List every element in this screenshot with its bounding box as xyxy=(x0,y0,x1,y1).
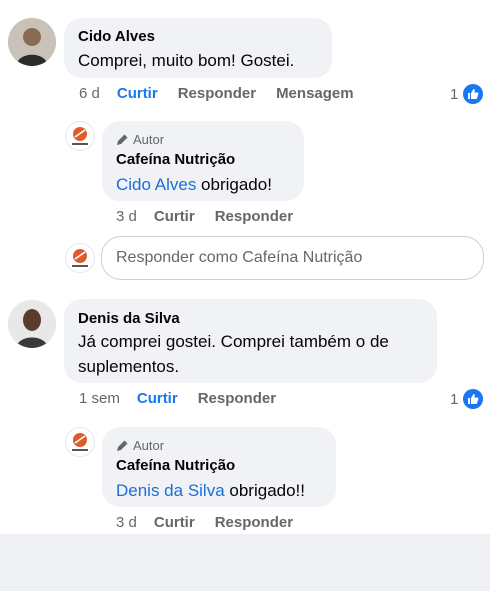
pencil-icon xyxy=(117,440,128,451)
comment-time[interactable]: 6 d xyxy=(79,85,100,102)
comment-bubble: Cido Alves Comprei, muito bom! Gostei. xyxy=(64,18,332,78)
reaction-count-text: 1 xyxy=(450,85,459,103)
mention-link[interactable]: Denis da Silva xyxy=(116,481,225,500)
author-badge: Autor xyxy=(116,438,164,453)
thumbs-up-icon xyxy=(463,389,484,409)
reply-button[interactable]: Responder xyxy=(178,85,256,102)
avatar[interactable] xyxy=(8,18,56,66)
like-button[interactable]: Curtir xyxy=(154,208,195,225)
person-avatar-image xyxy=(8,300,56,348)
bottom-bar xyxy=(0,534,490,591)
reply-input[interactable]: Responder como Cafeína Nutrição xyxy=(101,236,484,280)
thumbs-up-icon xyxy=(463,84,484,104)
brand-avatar xyxy=(65,243,95,273)
avatar[interactable] xyxy=(8,300,56,348)
reaction-count-text: 1 xyxy=(450,390,459,408)
comment-actions: 6 d Curtir Responder Mensagem xyxy=(79,85,374,102)
person-avatar-image xyxy=(8,18,56,66)
reply-author[interactable]: Cafeína Nutrição xyxy=(116,457,235,474)
reply-text-body: obrigado!! xyxy=(224,481,306,500)
reply-actions: 3 d Curtir Responder xyxy=(116,514,313,531)
reply-actions: 3 d Curtir Responder xyxy=(116,208,313,225)
brand-logo-icon xyxy=(72,127,88,145)
comment-time[interactable]: 1 sem xyxy=(79,390,120,407)
comment-text-line-1: Já comprei gostei. Comprei também o de xyxy=(78,332,389,351)
reply-text-body: obrigado! xyxy=(196,175,272,194)
brand-avatar[interactable] xyxy=(65,427,95,457)
reply-text: Denis da Silva obrigado!! xyxy=(116,478,305,503)
comment-author[interactable]: Denis da Silva xyxy=(78,310,180,327)
reaction-count[interactable]: 1 xyxy=(450,84,484,104)
like-button[interactable]: Curtir xyxy=(137,390,178,407)
reaction-count[interactable]: 1 xyxy=(450,389,484,409)
reply-input-placeholder: Responder como Cafeína Nutrição xyxy=(116,249,363,266)
author-badge-label: Autor xyxy=(133,438,165,453)
brand-logo-icon xyxy=(72,433,88,451)
reply-button[interactable]: Responder xyxy=(198,390,276,407)
reply-text: Cido Alves obrigado! xyxy=(116,172,272,197)
brand-logo-icon xyxy=(72,249,88,267)
like-button[interactable]: Curtir xyxy=(154,514,195,531)
comment-author[interactable]: Cido Alves xyxy=(78,28,155,45)
brand-avatar[interactable] xyxy=(65,121,95,151)
comment-actions: 1 sem Curtir Responder xyxy=(79,390,296,407)
reply-button[interactable]: Responder xyxy=(215,514,293,531)
reply-time[interactable]: 3 d xyxy=(116,208,137,225)
mention-link[interactable]: Cido Alves xyxy=(116,175,196,194)
reply-bubble: Autor Cafeína Nutrição Cido Alves obriga… xyxy=(102,121,304,201)
reply-button[interactable]: Responder xyxy=(215,208,293,225)
author-badge: Autor xyxy=(116,132,164,147)
like-button[interactable]: Curtir xyxy=(117,85,158,102)
comment-text-line-2: suplementos. xyxy=(78,357,180,376)
author-badge-label: Autor xyxy=(133,132,165,147)
pencil-icon xyxy=(117,134,128,145)
comment-bubble: Denis da Silva Já comprei gostei. Compre… xyxy=(64,299,437,383)
reply-author[interactable]: Cafeína Nutrição xyxy=(116,151,235,168)
reply-time[interactable]: 3 d xyxy=(116,514,137,531)
message-button[interactable]: Mensagem xyxy=(276,85,354,102)
reply-bubble: Autor Cafeína Nutrição Denis da Silva ob… xyxy=(102,427,336,507)
comment-text: Comprei, muito bom! Gostei. xyxy=(78,51,295,70)
